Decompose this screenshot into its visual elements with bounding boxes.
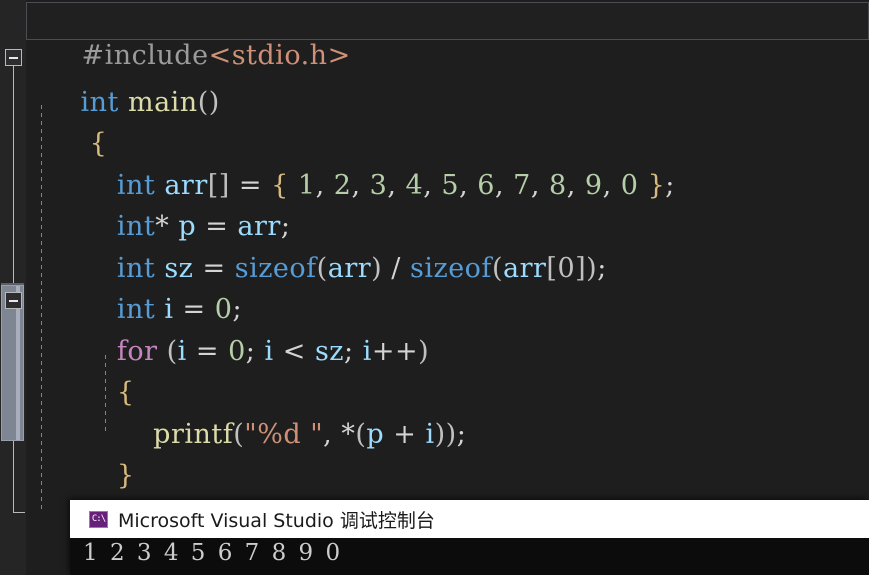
code-line-9[interactable]: {	[26, 331, 869, 408]
code-line-2[interactable]: int main()	[26, 40, 869, 118]
console-title: Microsoft Visual Studio 调试控制台	[118, 509, 435, 532]
code-line-3[interactable]: {	[26, 82, 869, 159]
fold-toggle-main[interactable]	[5, 49, 22, 66]
indent-guide-level2	[105, 355, 106, 435]
indent-guide-level1	[41, 105, 42, 513]
console-output[interactable]: 1 2 3 4 5 6 7 8 9 0 (进程 ) 已退出	[70, 538, 869, 575]
code-line-7[interactable]: int i = 0;	[26, 248, 869, 325]
console-titlebar[interactable]: C:\ Microsoft Visual Studio 调试控制台	[70, 500, 869, 538]
code-line-5[interactable]: int* p = arr;	[26, 165, 869, 242]
console-output-line-2: (进程 ) 已退出	[83, 568, 869, 575]
fold-toggle-for-loop[interactable]	[5, 292, 22, 309]
code-line-6[interactable]: int sz = sizeof(arr) / sizeof(arr[0]);	[26, 206, 869, 284]
vertical-scrollbar-track[interactable]	[0, 0, 26, 575]
code-line-8[interactable]: for (i = 0; i < sz; i++)	[26, 289, 869, 367]
code-line-4[interactable]: int arr[] = { 1, 2, 3, 4, 5, 6, 7, 8, 9,…	[26, 123, 869, 201]
code-editor[interactable]: #include<stdio.h> int main() { int arr[]…	[0, 0, 869, 575]
code-line-10[interactable]: printf("%d ", *(p + i));	[26, 372, 869, 450]
cmd-prompt-icon: C:\	[89, 510, 108, 528]
code-line-1[interactable]: #include<stdio.h>	[26, 2, 869, 71]
code-surface[interactable]: #include<stdio.h> int main() { int arr[]…	[26, 0, 869, 575]
console-output-line-1: 1 2 3 4 5 6 7 8 9 0	[83, 540, 343, 566]
code-line-11[interactable]: }	[26, 414, 869, 491]
debug-console-window[interactable]: C:\ Microsoft Visual Studio 调试控制台 1 2 3 …	[70, 500, 869, 575]
code-line-12[interactable]: return 0;	[26, 455, 869, 533]
